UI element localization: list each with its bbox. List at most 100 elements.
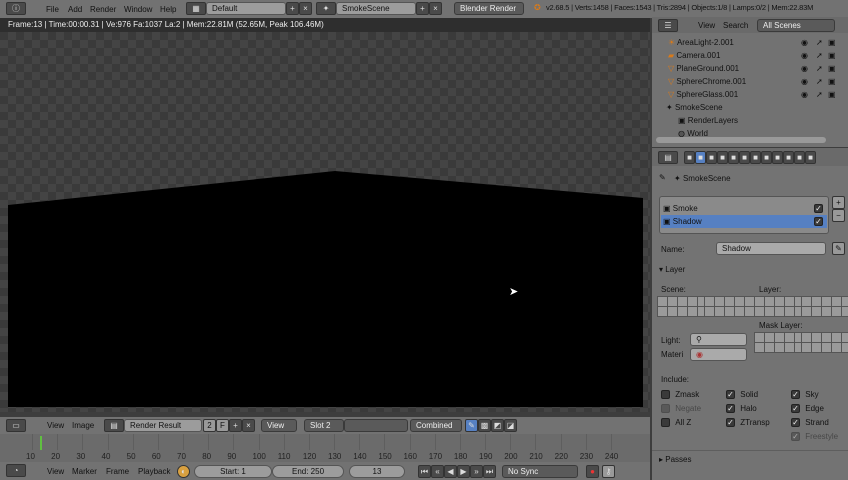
selectable-cursor-icon[interactable]: ➚ [816,49,823,62]
checkbox[interactable] [661,390,670,400]
draw-channels-icon[interactable]: ◪ [504,419,517,432]
passes-section-header[interactable]: ▸ Passes [659,455,691,464]
include-edge-checkbox[interactable]: ✓ Edge [791,404,824,414]
include-zmask-checkbox[interactable]: Zmask [661,390,699,400]
tab-object-icon[interactable]: ■ [728,151,739,164]
menu-search[interactable]: Search [723,21,748,30]
material-override-field[interactable]: ◉ [690,348,747,361]
render-layer-select[interactable] [344,419,408,432]
include-solid-checkbox[interactable]: ✓ Solid [726,390,758,400]
menu-frame[interactable]: Frame [106,467,129,476]
renderable-camera-icon[interactable]: ▣ [828,49,836,62]
tab-physics-icon[interactable]: ■ [805,151,816,164]
render-engine-select[interactable]: Blender Render [454,2,524,15]
jump-keyframe-back-icon[interactable]: « [431,465,444,478]
remove-scene-icon[interactable]: × [429,2,442,15]
scene-layers-grid[interactable] [657,296,708,317]
visibility-eye-icon[interactable]: ◉ [801,36,808,49]
tab-render-layers-icon[interactable]: ■ [695,151,706,164]
draw-zbuffer-icon[interactable]: ◩ [491,419,504,432]
outliner-item[interactable]: ▽ SphereChrome.001 ◉ ➚ ▣ [668,75,848,88]
selectable-cursor-icon[interactable]: ➚ [816,36,823,49]
editor-type-image-icon[interactable]: ▭ [6,419,26,432]
include-ztransp-checkbox[interactable]: ✓ ZTransp [726,418,770,428]
scene-field[interactable]: SmokeScene [336,2,416,15]
outliner-item[interactable]: ▽ SphereGlass.001 ◉ ➚ ▣ [668,88,848,101]
mask-layers-grid[interactable] [754,332,805,353]
screen-layout-icon[interactable]: ▦ [186,2,206,15]
visibility-eye-icon[interactable]: ◉ [801,88,808,101]
outliner-filter-select[interactable]: All Scenes [757,19,835,32]
checkbox[interactable]: ✓ [726,418,735,428]
tab-particles-icon[interactable]: ■ [794,151,805,164]
layer-name-input[interactable]: Shadow [716,242,826,255]
remove-layer-icon[interactable]: − [832,209,845,222]
selectable-cursor-icon[interactable]: ➚ [816,88,823,101]
renderable-camera-icon[interactable]: ▣ [828,75,836,88]
checkbox[interactable]: ✓ [791,432,800,442]
checkbox[interactable]: ✓ [791,418,800,428]
include-negate-checkbox[interactable]: Negate [661,404,701,414]
renderable-camera-icon[interactable]: ▣ [828,62,836,75]
view-mode-select[interactable]: View [261,419,297,432]
outliner-scrollbar[interactable] [656,137,826,143]
visibility-eye-icon[interactable]: ◉ [801,62,808,75]
include-all-z-checkbox[interactable]: All Z [661,418,691,428]
sync-mode-select[interactable]: No Sync [502,465,578,478]
pin-icon[interactable]: ✎ [832,242,845,255]
outliner-item[interactable]: ▰ Camera.001 ◉ ➚ ▣ [668,49,848,62]
layer-layers-grid-2[interactable] [801,296,848,317]
tab-constraints-icon[interactable]: ■ [739,151,750,164]
menu-help[interactable]: Help [160,5,176,14]
visibility-eye-icon[interactable]: ◉ [801,75,808,88]
jump-keyframe-forward-icon[interactable]: » [470,465,483,478]
screen-layout-field[interactable]: Default [206,2,286,15]
draw-checker-icon[interactable]: ▩ [478,419,491,432]
light-override-field[interactable]: ⚲ [690,333,747,346]
scene-icon[interactable]: ✦ [316,2,336,15]
play-reverse-icon[interactable]: ◀ [444,465,457,478]
jump-start-icon[interactable]: ⏮ [418,465,431,478]
checkbox[interactable]: ✓ [726,390,735,400]
render-layer-item[interactable]: ▣ Smoke ✓ [663,202,825,215]
image-viewport[interactable]: ➤ [0,32,650,412]
menu-view[interactable]: View [47,421,64,430]
current-frame-field[interactable]: 13 [349,465,405,478]
tab-material-icon[interactable]: ■ [772,151,783,164]
tab-data-icon[interactable]: ■ [761,151,772,164]
tab-modifiers-icon[interactable]: ■ [750,151,761,164]
preview-range-icon[interactable]: ◐ [177,465,190,478]
layer-section-header[interactable]: ▾ Layer [659,265,685,274]
add-layout-icon[interactable]: + [286,2,299,15]
visibility-eye-icon[interactable]: ◉ [801,49,808,62]
outliner-item[interactable]: ☀ AreaLight-2.001 ◉ ➚ ▣ [668,36,848,49]
unlink-image-icon[interactable]: × [242,419,255,432]
selectable-cursor-icon[interactable]: ➚ [816,62,823,75]
checkbox[interactable] [661,418,670,428]
menu-window[interactable]: Window [124,5,152,14]
keying-set-icon[interactable]: ⚷ [602,465,615,478]
outliner-item[interactable]: ▽ PlaneGround.001 ◉ ➚ ▣ [668,62,848,75]
add-scene-icon[interactable]: + [416,2,429,15]
menu-file[interactable]: File [46,5,59,14]
tab-render-icon[interactable]: ■ [684,151,695,164]
fake-user-button[interactable]: F [216,419,229,432]
mask-layers-grid-2[interactable] [801,332,848,353]
tab-scene-icon[interactable]: ■ [706,151,717,164]
editor-type-info-icon[interactable]: ⓘ [6,2,26,15]
render-layer-item-selected[interactable]: ▣ Shadow ✓ [661,215,827,228]
checkbox[interactable]: ✓ [726,404,735,414]
end-frame-field[interactable]: End: 250 [272,465,344,478]
renderable-camera-icon[interactable]: ▣ [828,36,836,49]
menu-view[interactable]: View [698,21,715,30]
start-frame-field[interactable]: Start: 1 [194,465,272,478]
editor-type-outliner-icon[interactable]: ☰ [658,19,678,32]
menu-render[interactable]: Render [90,5,116,14]
layer-enabled-checkbox[interactable]: ✓ [814,217,823,226]
menu-image[interactable]: Image [72,421,94,430]
include-halo-checkbox[interactable]: ✓ Halo [726,404,757,414]
add-layer-icon[interactable]: + [832,196,845,209]
draw-image-alpha-icon[interactable]: ✎ [465,419,478,432]
image-browse-icon[interactable]: ▤ [104,419,124,432]
layer-enabled-checkbox[interactable]: ✓ [814,204,823,213]
